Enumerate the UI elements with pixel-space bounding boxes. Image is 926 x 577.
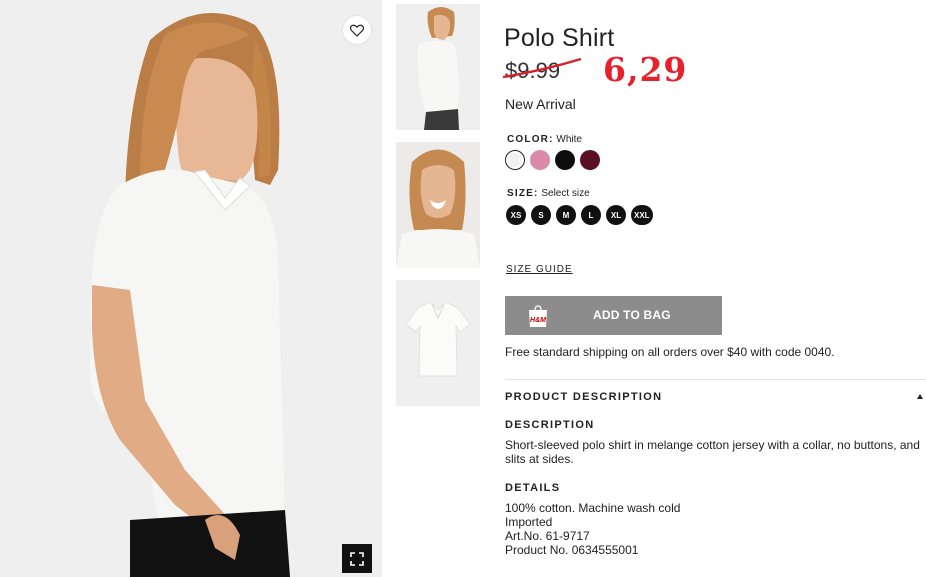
details-item: Product No. 0634555001 bbox=[505, 543, 639, 557]
size-options: XS S M L XL XXL bbox=[506, 205, 653, 225]
fullscreen-icon bbox=[350, 551, 364, 566]
caret-up-icon[interactable] bbox=[917, 394, 923, 399]
color-swatches bbox=[505, 150, 600, 170]
swatch-pink[interactable] bbox=[530, 150, 550, 170]
original-price: $9.99 bbox=[505, 58, 561, 83]
description-text: Short-sleeved polo shirt in melange cott… bbox=[505, 438, 920, 466]
swatch-black[interactable] bbox=[555, 150, 575, 170]
add-to-bag-button[interactable]: H&M ADD TO BAG bbox=[505, 296, 722, 335]
shopping-bag-icon: H&M bbox=[529, 305, 547, 327]
section-divider bbox=[505, 379, 926, 380]
color-label: COLOR: bbox=[507, 134, 554, 145]
color-label-row: COLOR: White bbox=[507, 134, 582, 145]
sale-price: 6,29 bbox=[603, 50, 688, 89]
model-photo-illustration bbox=[0, 0, 382, 577]
size-option-s[interactable]: S bbox=[531, 205, 551, 225]
thumbnail-illustration bbox=[396, 142, 480, 268]
heart-icon bbox=[350, 24, 364, 37]
thumbnail-side-view[interactable] bbox=[396, 4, 480, 130]
size-option-xxl[interactable]: XXL bbox=[631, 205, 653, 225]
shipping-note: Free standard shipping on all orders ove… bbox=[505, 345, 835, 359]
bag-logo-text: H&M bbox=[530, 317, 546, 324]
selected-color-value: White bbox=[556, 134, 582, 145]
new-arrival-badge: New Arrival bbox=[505, 96, 576, 112]
fullscreen-button[interactable] bbox=[342, 544, 372, 573]
product-description-header[interactable]: PRODUCT DESCRIPTION bbox=[505, 391, 662, 403]
size-placeholder: Select size bbox=[541, 188, 590, 199]
details-list: 100% cotton. Machine wash cold Imported … bbox=[505, 501, 680, 557]
product-title: Polo Shirt bbox=[504, 24, 615, 52]
swatch-white[interactable] bbox=[505, 150, 525, 170]
size-guide-link[interactable]: SIZE GUIDE bbox=[506, 264, 573, 275]
thumbnail-illustration bbox=[396, 280, 480, 406]
details-item: Art.No. 61-9717 bbox=[505, 529, 590, 543]
thumbnail-flat-lay[interactable] bbox=[396, 280, 480, 406]
swatch-burgundy[interactable] bbox=[580, 150, 600, 170]
size-option-xl[interactable]: XL bbox=[606, 205, 626, 225]
size-label-row: SIZE: Select size bbox=[507, 188, 590, 199]
details-item: Imported bbox=[505, 515, 553, 529]
details-title: DETAILS bbox=[505, 482, 561, 494]
size-option-m[interactable]: M bbox=[556, 205, 576, 225]
size-label: SIZE: bbox=[507, 188, 539, 199]
size-option-l[interactable]: L bbox=[581, 205, 601, 225]
add-to-bag-label: ADD TO BAG bbox=[593, 308, 671, 322]
size-option-xs[interactable]: XS bbox=[506, 205, 526, 225]
description-title: DESCRIPTION bbox=[505, 419, 595, 431]
wishlist-button[interactable] bbox=[343, 16, 371, 44]
main-product-image[interactable] bbox=[0, 0, 382, 577]
thumbnail-illustration bbox=[396, 4, 480, 130]
details-item: 100% cotton. Machine wash cold bbox=[505, 501, 681, 515]
thumbnail-close-up[interactable] bbox=[396, 142, 480, 268]
